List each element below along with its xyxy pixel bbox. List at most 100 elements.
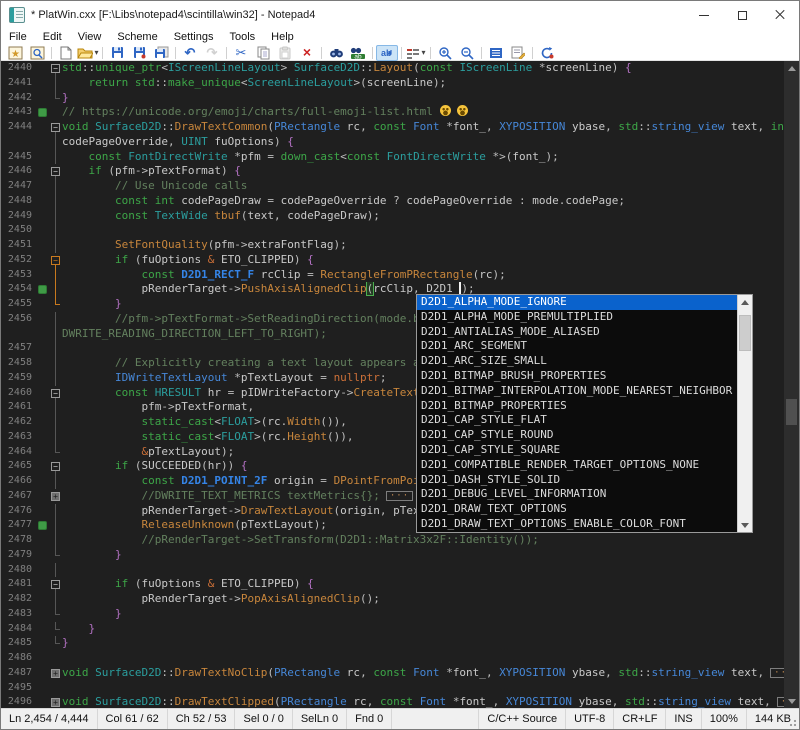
line-number[interactable]: 2441 xyxy=(1,76,37,91)
line-number[interactable]: 2458 xyxy=(1,356,37,371)
line-number[interactable]: 2467 xyxy=(1,489,37,504)
menu-help[interactable]: Help xyxy=(263,30,302,44)
fold-margin[interactable] xyxy=(49,297,62,312)
scrollbar-thumb[interactable] xyxy=(786,399,797,425)
autocomplete-item[interactable]: D2D1_ARC_SEGMENT xyxy=(417,339,737,354)
line-number[interactable]: 2440 xyxy=(1,61,37,76)
scroll-up-icon[interactable] xyxy=(784,61,799,75)
toolbar-zoom-out-button[interactable] xyxy=(456,45,478,61)
fold-open-icon[interactable]: − xyxy=(51,123,60,132)
fold-open-icon[interactable]: − xyxy=(51,64,60,73)
autocomplete-item[interactable]: D2D1_CAP_STYLE_FLAT xyxy=(417,413,737,428)
autocomplete-item[interactable]: D2D1_BITMAP_BRUSH_PROPERTIES xyxy=(417,369,737,384)
autocomplete-item[interactable]: D2D1_DASH_STYLE_SOLID xyxy=(417,473,737,488)
line-number[interactable]: 2476 xyxy=(1,504,37,519)
marker-margin[interactable] xyxy=(37,489,49,504)
marker-margin[interactable] xyxy=(37,400,49,415)
fold-margin[interactable] xyxy=(49,504,62,519)
resize-grip[interactable] xyxy=(787,717,797,727)
line-number[interactable]: 2455 xyxy=(1,297,37,312)
marker-margin[interactable] xyxy=(37,592,49,607)
fold-margin[interactable] xyxy=(49,415,62,430)
line-number[interactable]: 2442 xyxy=(1,91,37,106)
fold-open-icon[interactable]: − xyxy=(51,167,60,176)
line-number[interactable]: 2466 xyxy=(1,474,37,489)
fold-open-icon[interactable]: − xyxy=(51,462,60,471)
toolbar-save-copy-button[interactable] xyxy=(150,45,172,61)
line-number[interactable]: 2465 xyxy=(1,459,37,474)
line-number[interactable]: 2443 xyxy=(1,105,37,120)
fold-margin[interactable] xyxy=(49,179,62,194)
fold-margin[interactable] xyxy=(49,400,62,415)
toolbar-replace-button[interactable]: ab xyxy=(347,45,369,61)
fold-margin[interactable]: − xyxy=(49,459,62,474)
fold-margin[interactable] xyxy=(49,474,62,489)
line-number[interactable]: 2486 xyxy=(1,651,37,666)
marker-margin[interactable] xyxy=(37,474,49,489)
toolbar-line-numbers-button[interactable] xyxy=(485,45,507,61)
line-number[interactable]: 2495 xyxy=(1,681,37,696)
autocomplete-scrollbar[interactable] xyxy=(737,295,752,532)
autocomplete-item[interactable]: D2D1_ALPHA_MODE_PREMULTIPLIED xyxy=(417,310,737,325)
fold-margin[interactable] xyxy=(49,76,62,91)
marker-margin[interactable] xyxy=(37,105,49,120)
marker-margin[interactable] xyxy=(37,179,49,194)
line-number[interactable]: 2452 xyxy=(1,253,37,268)
fold-margin[interactable] xyxy=(49,312,62,327)
marker-margin[interactable] xyxy=(37,297,49,312)
marker-margin[interactable] xyxy=(37,577,49,592)
fold-margin[interactable]: + xyxy=(49,666,62,681)
marker-margin[interactable] xyxy=(37,356,49,371)
toolbar-zoom-in-button[interactable] xyxy=(434,45,456,61)
marker-margin[interactable] xyxy=(37,282,49,297)
line-number[interactable]: 2451 xyxy=(1,238,37,253)
fold-margin[interactable]: − xyxy=(49,164,62,179)
popup-scroll-up-icon[interactable] xyxy=(738,295,752,309)
line-number[interactable]: 2480 xyxy=(1,563,37,578)
toolbar-schemes-button[interactable]: ▾ xyxy=(405,45,427,61)
fold-margin[interactable] xyxy=(49,238,62,253)
fold-margin[interactable]: − xyxy=(49,253,62,268)
status-scheme[interactable]: C/C++ Source xyxy=(478,709,565,729)
marker-margin[interactable] xyxy=(37,563,49,578)
toolbar-browse-file-button[interactable] xyxy=(26,45,48,61)
marker-margin[interactable] xyxy=(37,76,49,91)
fold-margin[interactable] xyxy=(49,356,62,371)
autocomplete-item[interactable]: D2D1_DEBUG_LEVEL_INFORMATION xyxy=(417,487,737,502)
line-number[interactable]: 2444 xyxy=(1,120,37,135)
fold-margin[interactable]: − xyxy=(49,386,62,401)
menu-tools[interactable]: Tools xyxy=(221,30,263,44)
marker-margin[interactable] xyxy=(37,548,49,563)
toolbar-favorites-button[interactable]: ★ xyxy=(4,45,26,61)
autocomplete-item[interactable]: D2D1_CAP_STYLE_SQUARE xyxy=(417,443,737,458)
marker-margin[interactable] xyxy=(37,238,49,253)
marker-margin[interactable] xyxy=(37,415,49,430)
marker-margin[interactable] xyxy=(37,445,49,460)
marker-margin[interactable] xyxy=(37,504,49,519)
fold-margin[interactable]: − xyxy=(49,61,62,76)
fold-margin[interactable] xyxy=(49,209,62,224)
toolbar-modify-lines-button[interactable] xyxy=(507,45,529,61)
fold-margin[interactable] xyxy=(49,105,62,120)
fold-closed-icon[interactable]: + xyxy=(51,492,60,501)
marker-margin[interactable] xyxy=(37,91,49,106)
toolbar-delete-button[interactable]: × xyxy=(296,45,318,61)
fold-margin[interactable]: + xyxy=(49,489,62,504)
schemes-dropdown-icon[interactable]: ▾ xyxy=(421,48,425,57)
fold-margin[interactable] xyxy=(49,548,62,563)
popup-scrollbar-thumb[interactable] xyxy=(739,315,751,351)
fold-margin[interactable] xyxy=(49,430,62,445)
fold-open-icon[interactable]: − xyxy=(51,256,60,265)
fold-margin[interactable] xyxy=(49,445,62,460)
marker-margin[interactable] xyxy=(37,268,49,283)
marker-margin[interactable] xyxy=(37,135,49,150)
line-number[interactable]: 2479 xyxy=(1,548,37,563)
fold-margin[interactable] xyxy=(49,194,62,209)
marker-margin[interactable] xyxy=(37,622,49,637)
menu-view[interactable]: View xyxy=(70,30,110,44)
status-encoding[interactable]: UTF-8 xyxy=(565,709,613,729)
fold-margin[interactable]: − xyxy=(49,120,62,135)
autocomplete-item[interactable]: D2D1_ANTIALIAS_MODE_ALIASED xyxy=(417,325,737,340)
maximize-button[interactable] xyxy=(723,1,761,29)
fold-margin[interactable] xyxy=(49,327,62,342)
